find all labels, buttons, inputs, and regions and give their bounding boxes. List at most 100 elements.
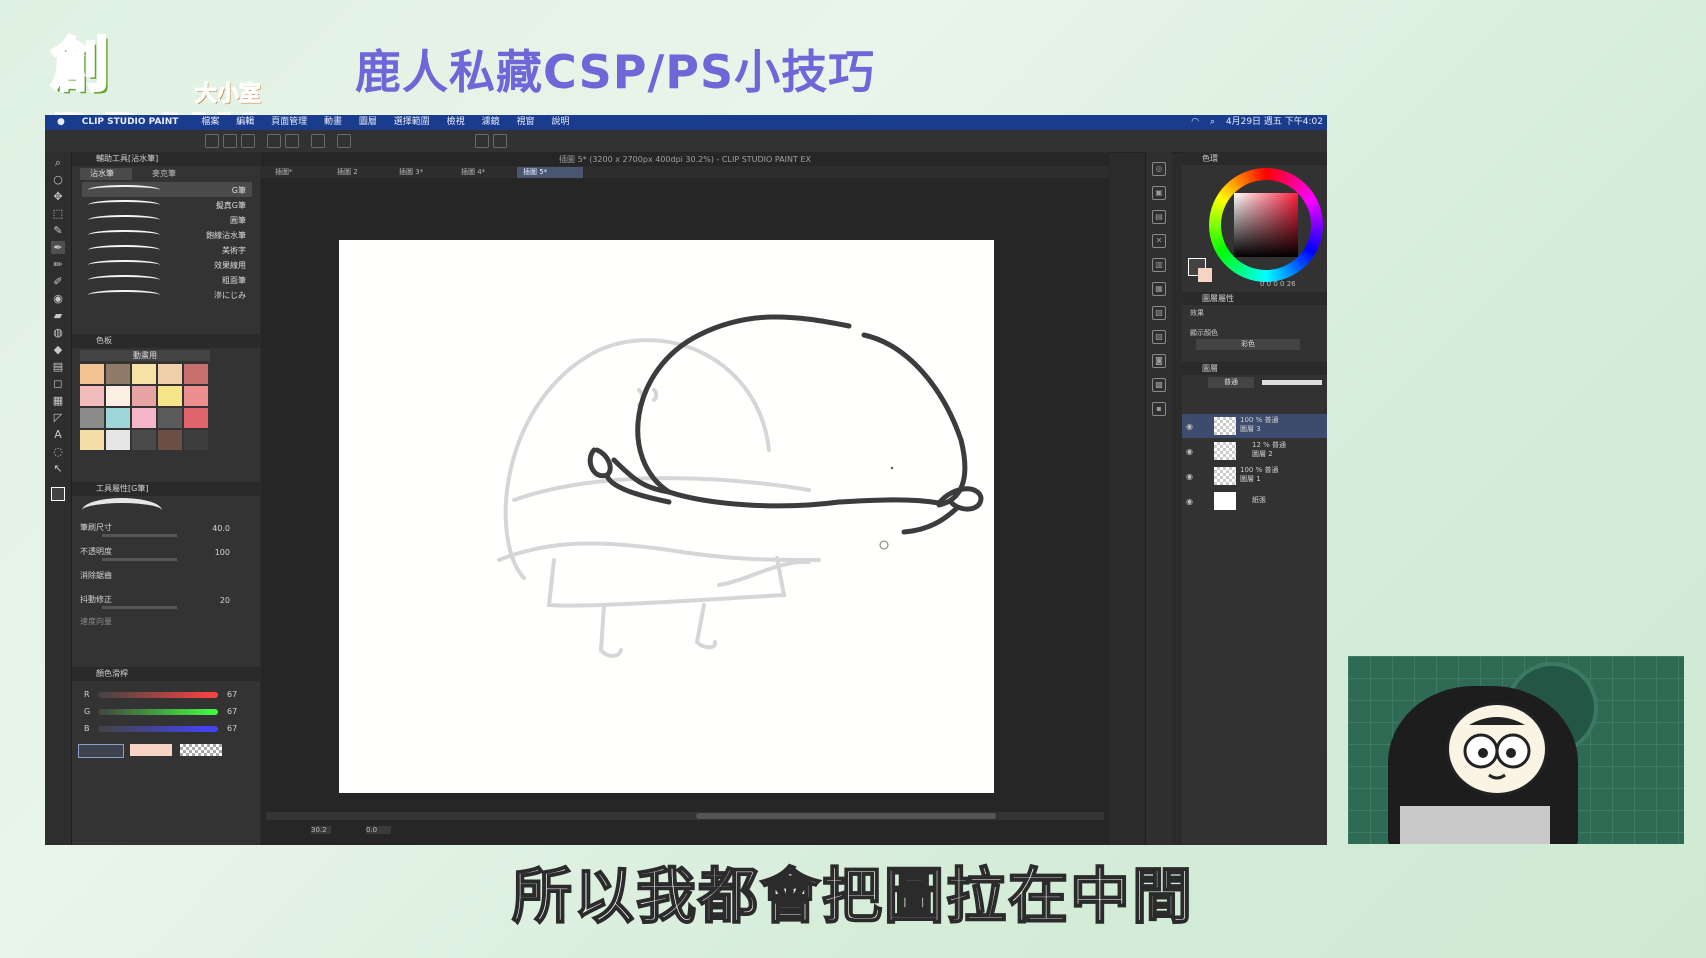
r-value[interactable]: 67 [227,690,237,699]
tab-pen[interactable]: 沾水筆 [80,168,132,180]
sub-color-square[interactable] [1198,268,1212,282]
layer-search-icon[interactable]: ▦ [1152,282,1166,296]
material-icon[interactable]: ▤ [1152,210,1166,224]
brush-item[interactable]: 滲にじみ [82,287,252,302]
anti-alias-row[interactable]: 消除鋸齒 [80,570,248,588]
doc-tab[interactable]: 插圖 3* [393,167,459,178]
tab-marker[interactable]: 麥克筆 [142,168,194,180]
menu-help[interactable]: 說明 [551,115,569,130]
fill-tool-icon[interactable]: ◆ [51,343,65,356]
layer-row[interactable]: ◉ 100 % 普通 圖層 1 [1182,464,1327,488]
lasso-tool-icon[interactable]: ○ [51,173,65,186]
transform-icon[interactable] [337,134,351,148]
layer-opacity-slider[interactable] [1262,380,1322,385]
display-color-select[interactable]: 彩色 [1196,339,1300,350]
brush-item[interactable]: 擬真G筆 [82,197,252,212]
b-slider[interactable] [98,726,218,732]
menu-page[interactable]: 頁面管理 [271,115,307,130]
open-file-icon[interactable] [223,134,237,148]
menu-filter[interactable]: 濾鏡 [482,115,500,130]
eye-icon[interactable]: ◉ [1186,472,1193,481]
color-swatch[interactable] [132,430,156,450]
apple-icon[interactable]: ● [57,115,65,130]
navigator-icon[interactable]: ◎ [1152,162,1166,176]
balloon-tool-icon[interactable]: ◌ [51,445,65,458]
color-swatch[interactable] [158,364,182,384]
color-set-dropdown[interactable]: 動畫用 [80,350,210,361]
stabilization-row[interactable]: 抖動修正 20 [80,594,248,612]
blend-tool-icon[interactable]: ◍ [51,326,65,339]
undo-icon[interactable] [267,134,281,148]
menu-edit[interactable]: 編輯 [236,115,254,130]
brush-item[interactable]: 圓筆 [82,212,252,227]
drawing-canvas[interactable] [339,240,994,793]
layer-row[interactable]: ◉ 12 % 普通 圖層 2 [1182,439,1327,463]
b-value[interactable]: 67 [227,724,237,733]
brush-item[interactable]: 飽線沾水筆 [82,227,252,242]
new-file-icon[interactable] [205,134,219,148]
eye-icon[interactable]: ◉ [1186,497,1193,506]
scroll-thumb[interactable] [696,813,996,819]
close-panel-icon[interactable]: ✕ [1152,234,1166,248]
color-swatch[interactable] [106,386,130,406]
blend-mode-select[interactable]: 普通 [1208,377,1254,388]
eraser-tool-icon[interactable]: ▰ [51,309,65,322]
doc-tab[interactable]: 插圖 4* [455,167,521,178]
color-swatch[interactable] [80,364,104,384]
select-tool-icon[interactable]: ⬚ [51,207,65,220]
redo-icon[interactable] [285,134,299,148]
color-swatch[interactable] [80,386,104,406]
brush-size-row[interactable]: 筆刷尺寸 40.0 [80,522,248,540]
menubar-clock[interactable]: 4月29日 週五 下午4:02 [1226,117,1323,127]
figure-tool-icon[interactable]: ◻ [51,377,65,390]
quick-access-icon[interactable]: ▪ [1152,402,1166,416]
color-swatch[interactable] [106,430,130,450]
correct-line-tool-icon[interactable]: ↖ [51,462,65,475]
menu-file[interactable]: 檔案 [201,115,219,130]
menu-app-name[interactable]: CLIP STUDIO PAINT [82,115,179,130]
doc-tab-active[interactable]: 插圖 5* [517,167,583,178]
zoom-tool-icon[interactable]: ⌕ [51,156,65,169]
eye-icon[interactable]: ◉ [1186,447,1193,456]
g-value[interactable]: 67 [227,707,237,716]
horizontal-scrollbar[interactable] [266,812,1104,820]
brush-item[interactable]: 效果線用 [82,257,252,272]
color-swatch[interactable] [158,408,182,428]
main-color-chip[interactable] [78,744,124,758]
color-swatch[interactable] [132,408,156,428]
menu-window[interactable]: 視窗 [516,115,534,130]
color-swatch[interactable] [184,430,208,450]
settings-icon[interactable] [311,134,325,148]
color-swatch[interactable] [106,364,130,384]
snap-icon[interactable] [475,134,489,148]
item-bank-icon[interactable]: ▨ [1152,330,1166,344]
wifi-icon[interactable]: ◠ [1191,117,1199,127]
eye-icon[interactable]: ◉ [1186,422,1193,431]
main-color-swatch[interactable] [51,487,65,501]
color-swatch[interactable] [80,408,104,428]
frame-tool-icon[interactable]: ▦ [51,394,65,407]
brush-tool-icon[interactable]: ✐ [51,275,65,288]
text-tool-icon[interactable]: A [51,428,65,441]
color-swatch[interactable] [184,408,208,428]
color-swatch[interactable] [132,386,156,406]
color-swatch[interactable] [184,386,208,406]
doc-tab[interactable]: 插圖* [269,167,335,178]
menu-animation[interactable]: 動畫 [324,115,342,130]
speed-row[interactable]: 速度向量 [80,616,248,634]
eyedropper-tool-icon[interactable]: ✎ [51,224,65,237]
camera-icon[interactable]: ◙ [1152,354,1166,368]
search-icon[interactable]: ⌕ [1210,117,1215,127]
save-icon[interactable] [241,134,255,148]
ruler-icon[interactable] [493,134,507,148]
menu-layer[interactable]: 圖層 [359,115,377,130]
doc-tab[interactable]: 插圖 2 [331,167,397,178]
timeline-icon[interactable]: ▧ [1152,306,1166,320]
auto-action-icon[interactable]: ▩ [1152,378,1166,392]
zoom-field[interactable]: 30.2 [311,826,331,834]
saturation-value-square[interactable] [1234,193,1298,257]
layer-row[interactable]: ◉ 100 % 普通 圖層 3 [1182,414,1327,438]
sub-view-icon[interactable]: ▣ [1152,186,1166,200]
pen-tool-icon[interactable]: ✒ [51,241,65,254]
rotation-field[interactable]: 0.0 [366,826,391,834]
